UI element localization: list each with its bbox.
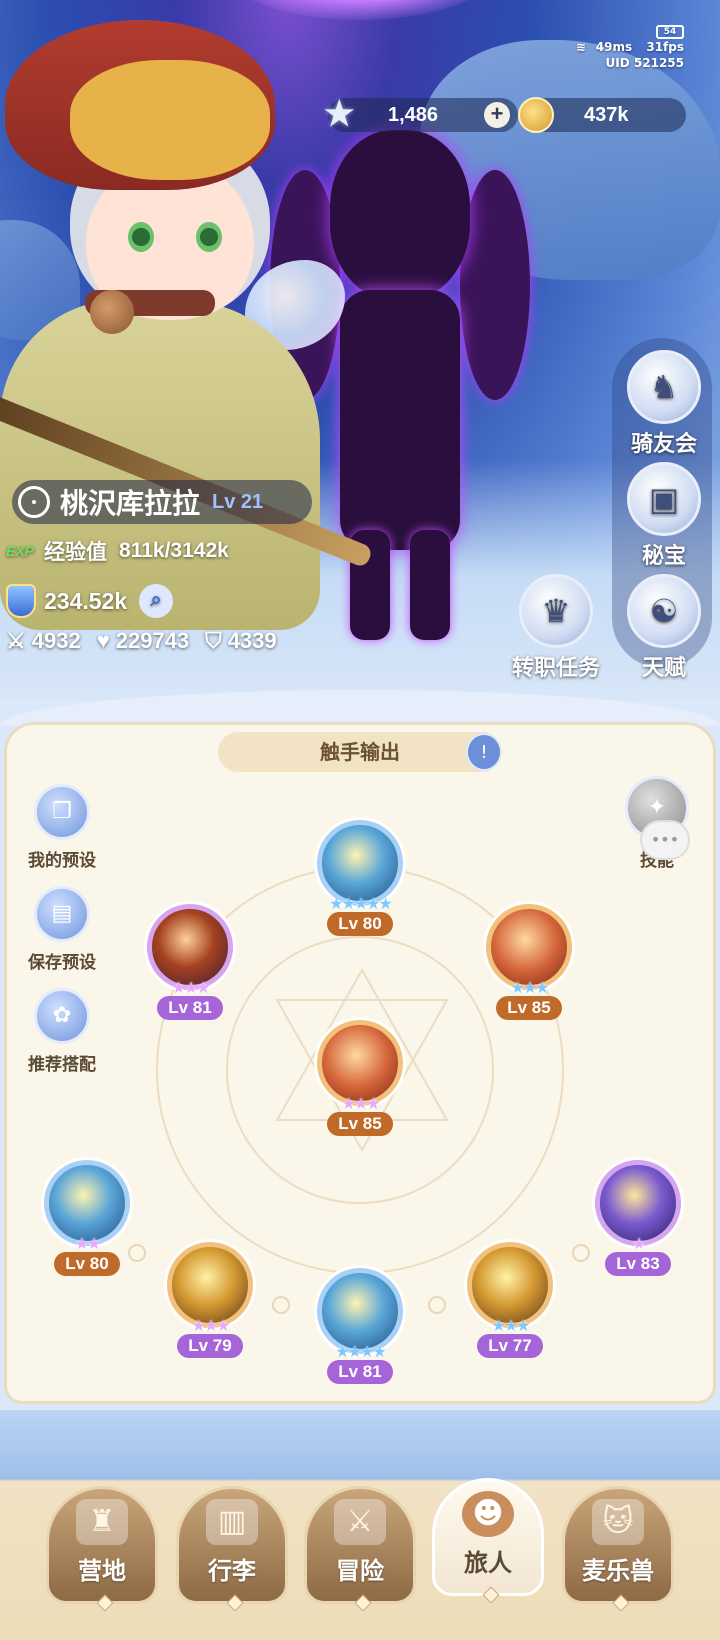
job-quest-button[interactable]: ♛ 转职任务 [496,574,616,682]
recommended-build-button[interactable]: ✿ 推荐搭配 [14,988,110,1075]
recommend-icon: ✿ [34,988,90,1044]
exp-value: 811k/3142k [119,539,229,562]
skill-node[interactable]: ★★ Lv 80 [42,1160,132,1278]
nav-pet[interactable]: 🐱︎ 麦乐兽 [562,1486,674,1612]
skill-node[interactable]: ★★★ Lv 81 [145,904,235,1022]
star-amount: 1,486 [388,103,439,126]
shadow-companion-figure[interactable] [270,130,530,650]
skill-node[interactable]: ★ Lv 83 [593,1160,683,1278]
battery-icon: 54 [656,25,684,39]
skill-node[interactable]: ★★★ Lv 77 [465,1242,555,1360]
nav-traveler[interactable]: ☻ 旅人 [432,1478,544,1604]
skill-node[interactable]: ★★★ Lv 85 [315,1020,405,1138]
star-icon: ★ [324,95,355,133]
system-status: 54 ≋ 49ms 31fps UID 521255 [566,22,684,71]
node-connector [572,1244,590,1262]
search-icon[interactable]: ⌕ [139,584,174,618]
character-name-bar[interactable]: 桃沢库拉拉 Lv 21 [12,480,312,524]
power-value: 234.52k [44,587,128,614]
hp-value: 229743 [115,628,190,653]
portal-glow [230,0,490,20]
skill-node[interactable]: ★★★ Lv 79 [165,1242,255,1360]
ping-value: 49ms [595,40,633,54]
stats-row: ⚔ 4932 ♥ 229743 ⛉ 4339 [6,628,293,654]
save-disk-icon: ▤ [34,886,90,942]
coin-currency: 437k [518,97,686,133]
heart-icon: ♥ [96,628,110,653]
crossed-swords-icon: ⚔ [334,1499,386,1545]
coin-icon [518,97,554,133]
skill-node[interactable]: ★★★★★ Lv 80 [315,820,405,938]
talent-button[interactable]: ☯ 天赋 [614,574,714,682]
riders-club-button[interactable]: ♞ 骑友会 [614,350,714,458]
attack-swords-icon: ⚔ [6,628,26,653]
attack-value: 4932 [31,628,81,653]
exp-label: 经验值 [44,540,108,564]
my-preset-button[interactable]: ❐ 我的预设 [14,784,110,871]
skill-node[interactable]: ★★★★ Lv 81 [315,1268,405,1386]
target-icon [18,486,50,518]
coin-amount: 437k [584,103,629,126]
traveler-avatar-icon: ☻ [462,1491,514,1537]
skill-node[interactable]: ★★★ Lv 85 [484,904,574,1022]
treasure-button[interactable]: ▣ 秘宝 [614,462,714,570]
star-currency: ★ 1,486 + [324,97,518,132]
save-preset-button[interactable]: ▤ 保存预设 [14,886,110,973]
node-connector [272,1296,290,1314]
exp-row: EXP 经验值 811k/3142k [6,536,229,566]
shield-icon: ⛉ [205,628,222,653]
add-stars-button[interactable]: + [484,102,510,128]
cat-pet-icon: 🐱︎ [592,1499,644,1545]
character-name: 桃沢库拉拉 [60,487,201,520]
chat-bubble-icon[interactable]: ••• [640,820,690,860]
skill-set-title[interactable]: 触手输出 [218,732,502,772]
info-book-icon[interactable]: ! [466,733,502,771]
uid-text: UID 521255 [605,56,684,70]
treasure-chest-icon: ▣ [627,462,701,536]
fps-value: 31fps [646,40,684,54]
power-row: 234.52k ⌕ [6,584,174,618]
defense-value: 4339 [227,628,277,653]
nav-adventure[interactable]: ⚔ 冒险 [304,1486,416,1612]
node-connector [428,1296,446,1314]
character-level: Lv 21 [212,490,264,513]
backpack-icon: ▥ [206,1499,258,1545]
preset-cards-icon: ❐ [34,784,90,840]
shield-power-icon [6,584,36,618]
exp-icon: EXP [6,543,35,559]
nav-camp[interactable]: ♜ 营地 [46,1486,158,1612]
brain-icon: ☯ [627,574,701,648]
castle-icon: ♜ [76,1499,128,1545]
wifi-icon: ≋ [575,40,586,54]
bell-icon [90,290,134,334]
nav-luggage[interactable]: ▥ 行李 [176,1486,288,1612]
crown-icon: ♛ [519,574,593,648]
horse-icon: ♞ [627,350,701,424]
